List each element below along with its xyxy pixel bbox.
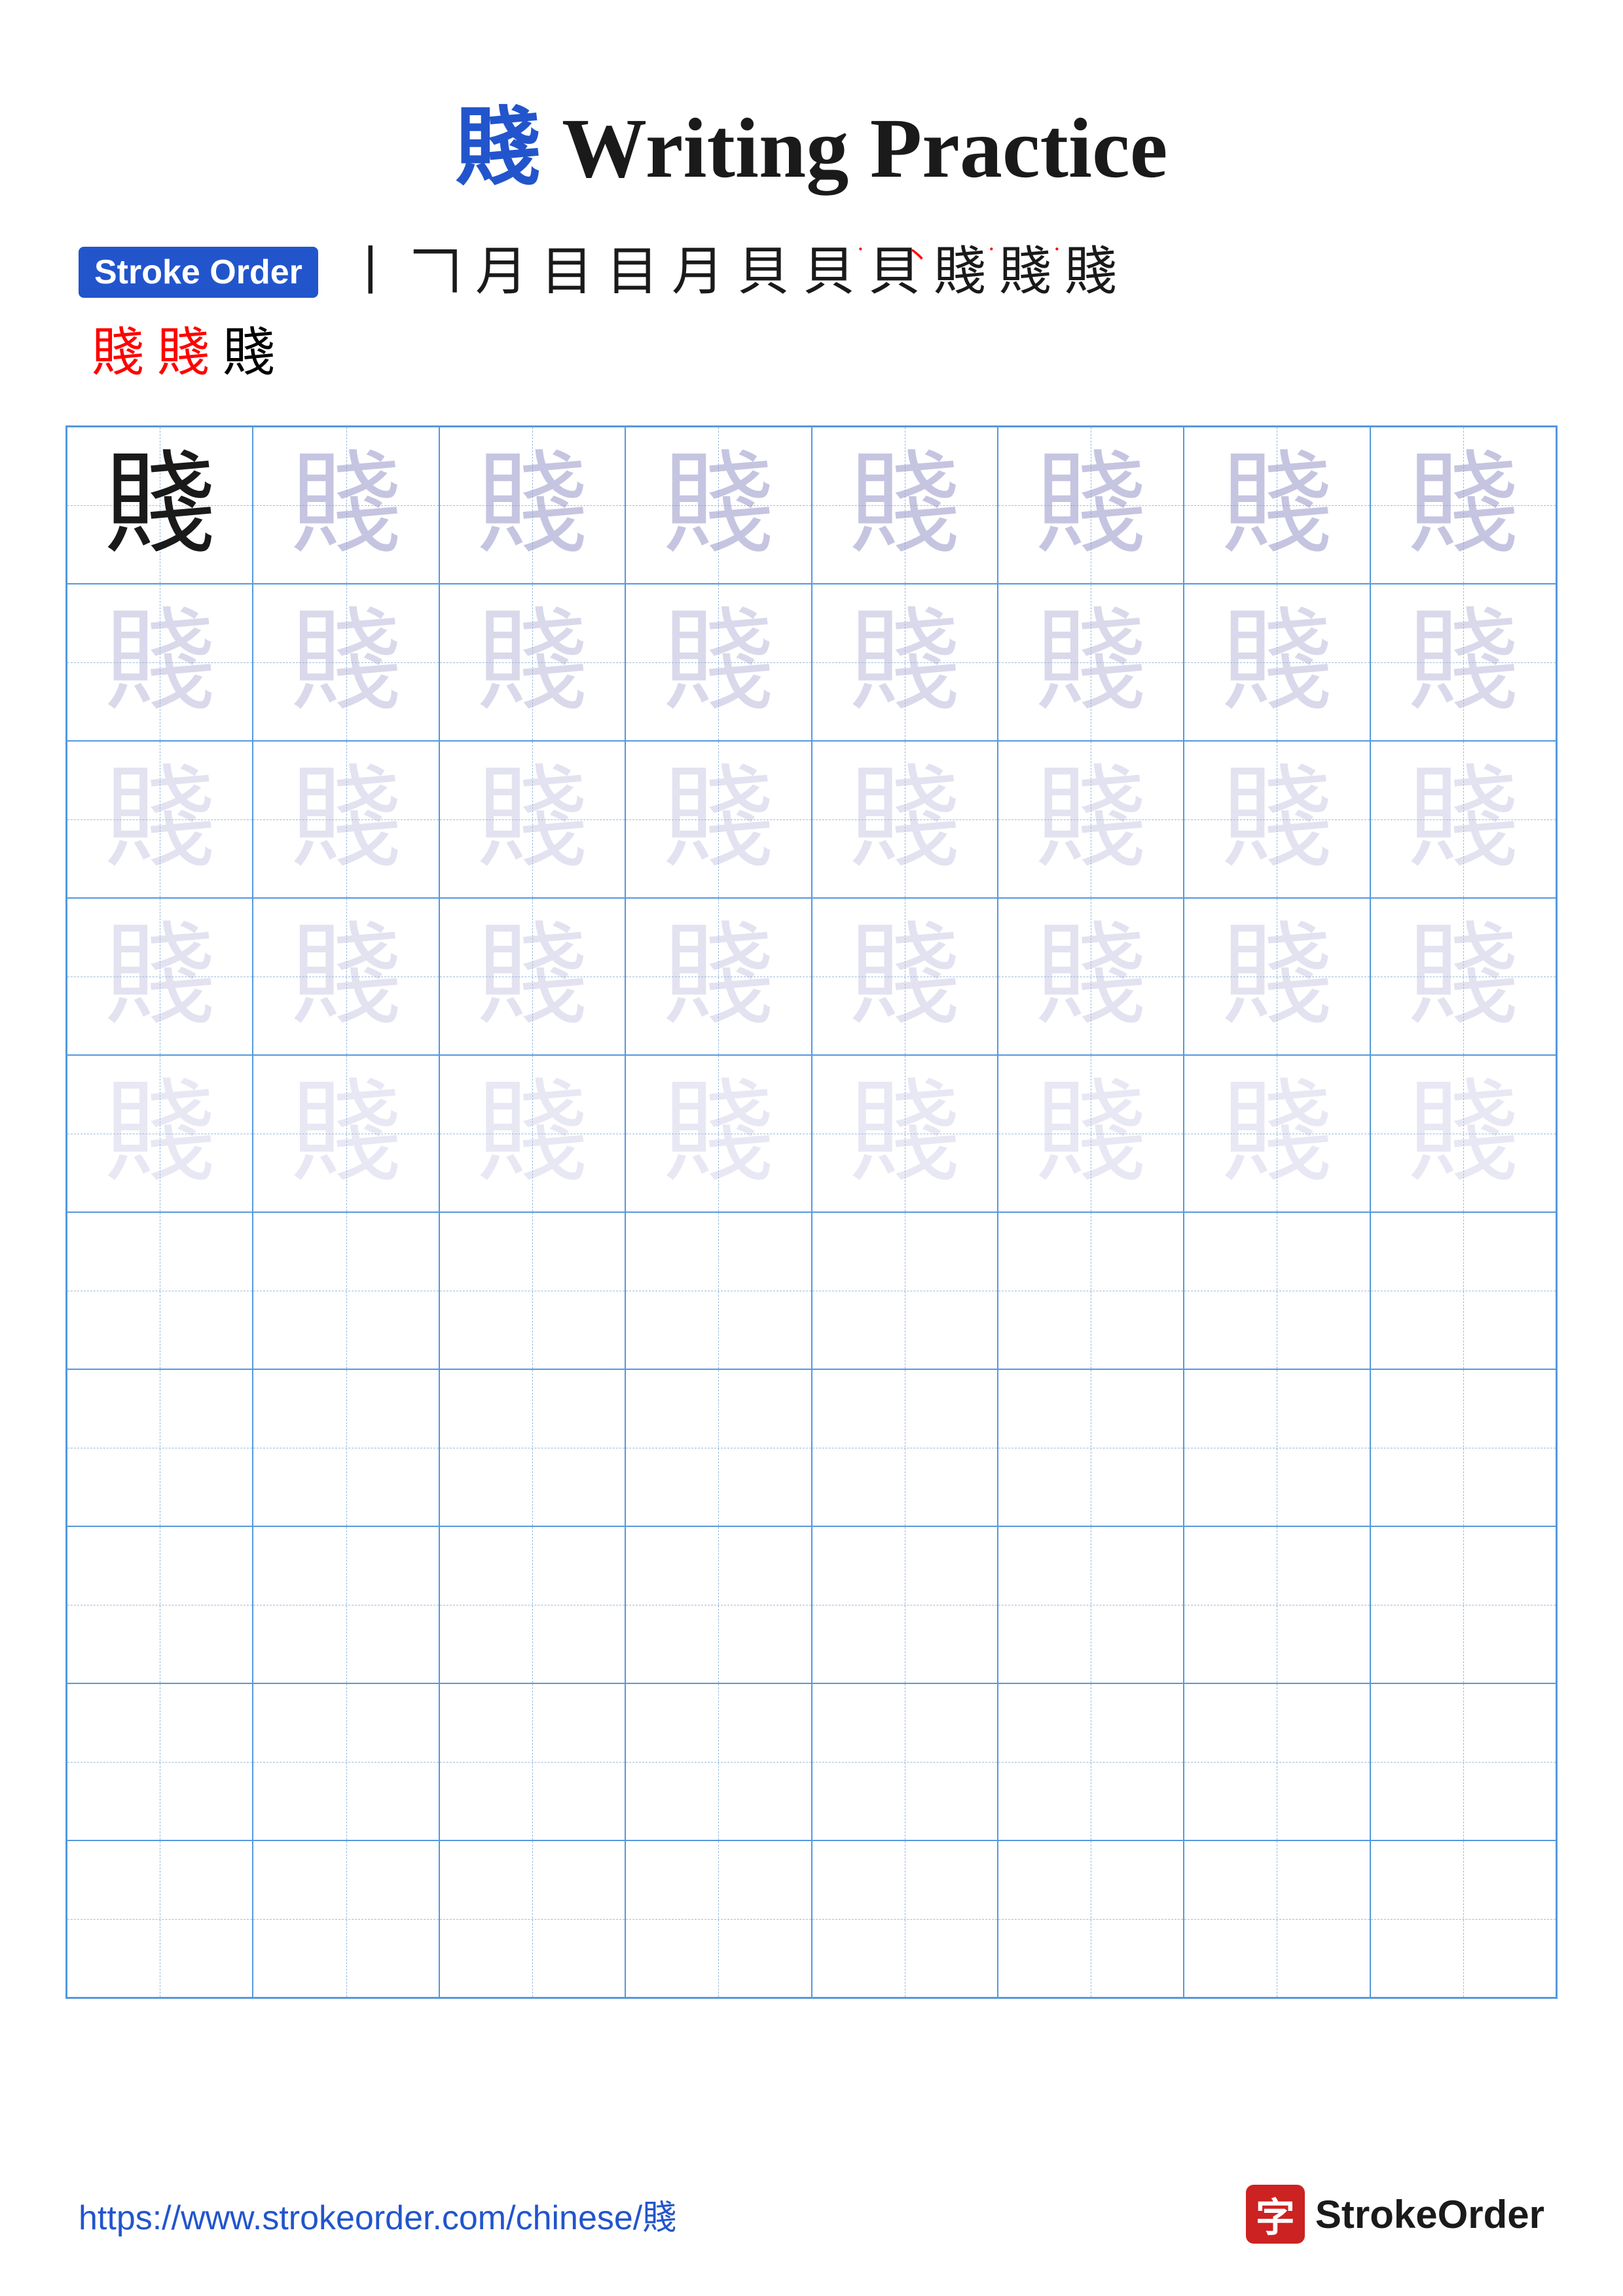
grid-cell: 賤: [1184, 741, 1370, 898]
grid-cell-empty[interactable]: [998, 1840, 1184, 1998]
stroke-order-section: Stroke Order 丨 𠃍 月 目 目 月 貝 貝˙ 貝丶 賤˙ 賤˙ 賤…: [0, 241, 1623, 386]
grid-cell-empty[interactable]: [439, 1683, 625, 1840]
grid-cell: 賤: [1184, 427, 1370, 584]
grid-cell: 賤: [625, 741, 811, 898]
logo-text: StrokeOrder: [1315, 2192, 1544, 2237]
grid-cell: 賤: [998, 427, 1184, 584]
grid-cell-empty[interactable]: [998, 1683, 1184, 1840]
grid-cell-empty[interactable]: [998, 1212, 1184, 1369]
grid-cell: 賤: [253, 741, 439, 898]
page-title: 賤 Writing Practice: [0, 0, 1623, 241]
grid-cell-empty[interactable]: [439, 1212, 625, 1369]
grid-cell: 賤: [1184, 584, 1370, 741]
grid-cell-empty[interactable]: [439, 1840, 625, 1998]
stroke-order-row: Stroke Order 丨 𠃍 月 目 目 月 貝 貝˙ 貝丶 賤˙ 賤˙ 賤: [79, 241, 1544, 304]
grid-cell: 賤: [439, 741, 625, 898]
grid-cell-empty[interactable]: [67, 1526, 253, 1683]
grid-cell-empty[interactable]: [1370, 1369, 1556, 1526]
stroke-chars: 丨 𠃍 月 目 目 月 貝 貝˙ 貝丶 賤˙ 賤˙ 賤: [338, 241, 1123, 304]
grid-cell-empty[interactable]: [812, 1840, 998, 1998]
grid-cell-empty[interactable]: [253, 1369, 439, 1526]
grid-cell-empty[interactable]: [253, 1526, 439, 1683]
grid-cell: 賤: [67, 741, 253, 898]
grid-cell-empty[interactable]: [1184, 1683, 1370, 1840]
grid-cell-empty[interactable]: [1184, 1526, 1370, 1683]
grid-cell-empty[interactable]: [625, 1840, 811, 1998]
grid-cell: 賤: [67, 1055, 253, 1212]
grid-cell: 賤: [439, 427, 625, 584]
grid-cell-empty[interactable]: [439, 1369, 625, 1526]
grid-cell-empty[interactable]: [812, 1212, 998, 1369]
grid-cell: 賤: [812, 427, 998, 584]
grid-cell: 賤: [625, 898, 811, 1055]
grid-cell-empty[interactable]: [1370, 1212, 1556, 1369]
grid-cell: 賤: [1370, 427, 1556, 584]
grid-cell: 賤: [253, 427, 439, 584]
footer-logo: 字 StrokeOrder: [1246, 2185, 1544, 2244]
grid-cell-empty[interactable]: [625, 1212, 811, 1369]
footer: https://www.strokeorder.com/chinese/賤 字 …: [79, 2185, 1544, 2244]
stroke-row2: 賤 賤 賤: [79, 310, 1544, 386]
grid-cell-empty[interactable]: [1184, 1369, 1370, 1526]
title-chinese: 賤: [456, 101, 541, 196]
grid-cell-empty[interactable]: [1184, 1840, 1370, 1998]
grid-cell-empty[interactable]: [1370, 1840, 1556, 1998]
grid-cell: 賤: [1370, 741, 1556, 898]
grid-cell-empty[interactable]: [67, 1212, 253, 1369]
grid-cell: 賤: [998, 1055, 1184, 1212]
grid-cell-empty[interactable]: [998, 1526, 1184, 1683]
footer-url[interactable]: https://www.strokeorder.com/chinese/賤: [79, 2190, 676, 2239]
grid-cell: 賤: [253, 898, 439, 1055]
grid-cell-empty[interactable]: [998, 1369, 1184, 1526]
grid-cell: 賤: [1370, 898, 1556, 1055]
grid-cell-empty[interactable]: [812, 1683, 998, 1840]
grid-cell: 賤: [625, 584, 811, 741]
grid-cell: 賤: [253, 1055, 439, 1212]
grid-cell-empty[interactable]: [625, 1369, 811, 1526]
grid-cell-empty[interactable]: [439, 1526, 625, 1683]
grid-cell: 賤: [439, 898, 625, 1055]
grid-cell: 賤: [998, 584, 1184, 741]
grid-cell-empty[interactable]: [67, 1840, 253, 1998]
practice-grid-container: 賤 賤 賤 賤 賤 賤 賤 賤 賤 賤 賤 賤 賤 賤 賤 賤 賤 賤 賤 賤 …: [0, 425, 1623, 1999]
grid-cell-empty[interactable]: [67, 1369, 253, 1526]
grid-cell-empty[interactable]: [1184, 1212, 1370, 1369]
grid-cell: 賤: [625, 427, 811, 584]
grid-cell: 賤: [998, 741, 1184, 898]
grid-cell: 賤: [67, 584, 253, 741]
grid-cell-empty[interactable]: [1370, 1526, 1556, 1683]
grid-cell: 賤: [1184, 1055, 1370, 1212]
grid-cell: 賤: [1184, 898, 1370, 1055]
logo-icon: 字: [1246, 2185, 1305, 2244]
grid-cell-empty[interactable]: [812, 1369, 998, 1526]
grid-cell: 賤: [67, 427, 253, 584]
grid-cell-empty[interactable]: [253, 1840, 439, 1998]
grid-cell: 賤: [812, 1055, 998, 1212]
grid-cell-empty[interactable]: [1370, 1683, 1556, 1840]
grid-cell-empty[interactable]: [625, 1526, 811, 1683]
grid-cell-empty[interactable]: [253, 1683, 439, 1840]
grid-cell: 賤: [253, 584, 439, 741]
grid-cell-empty[interactable]: [625, 1683, 811, 1840]
grid-cell: 賤: [1370, 584, 1556, 741]
grid-cell: 賤: [812, 584, 998, 741]
stroke-order-badge: Stroke Order: [79, 247, 318, 298]
practice-grid: 賤 賤 賤 賤 賤 賤 賤 賤 賤 賤 賤 賤 賤 賤 賤 賤 賤 賤 賤 賤 …: [65, 425, 1558, 1999]
grid-cell: 賤: [812, 898, 998, 1055]
grid-cell: 賤: [998, 898, 1184, 1055]
grid-cell: 賤: [625, 1055, 811, 1212]
grid-cell: 賤: [439, 1055, 625, 1212]
grid-cell: 賤: [812, 741, 998, 898]
grid-cell: 賤: [67, 898, 253, 1055]
title-english: Writing Practice: [541, 101, 1168, 196]
grid-cell-empty[interactable]: [812, 1526, 998, 1683]
grid-cell: 賤: [1370, 1055, 1556, 1212]
grid-cell: 賤: [439, 584, 625, 741]
grid-cell-empty[interactable]: [67, 1683, 253, 1840]
grid-cell-empty[interactable]: [253, 1212, 439, 1369]
